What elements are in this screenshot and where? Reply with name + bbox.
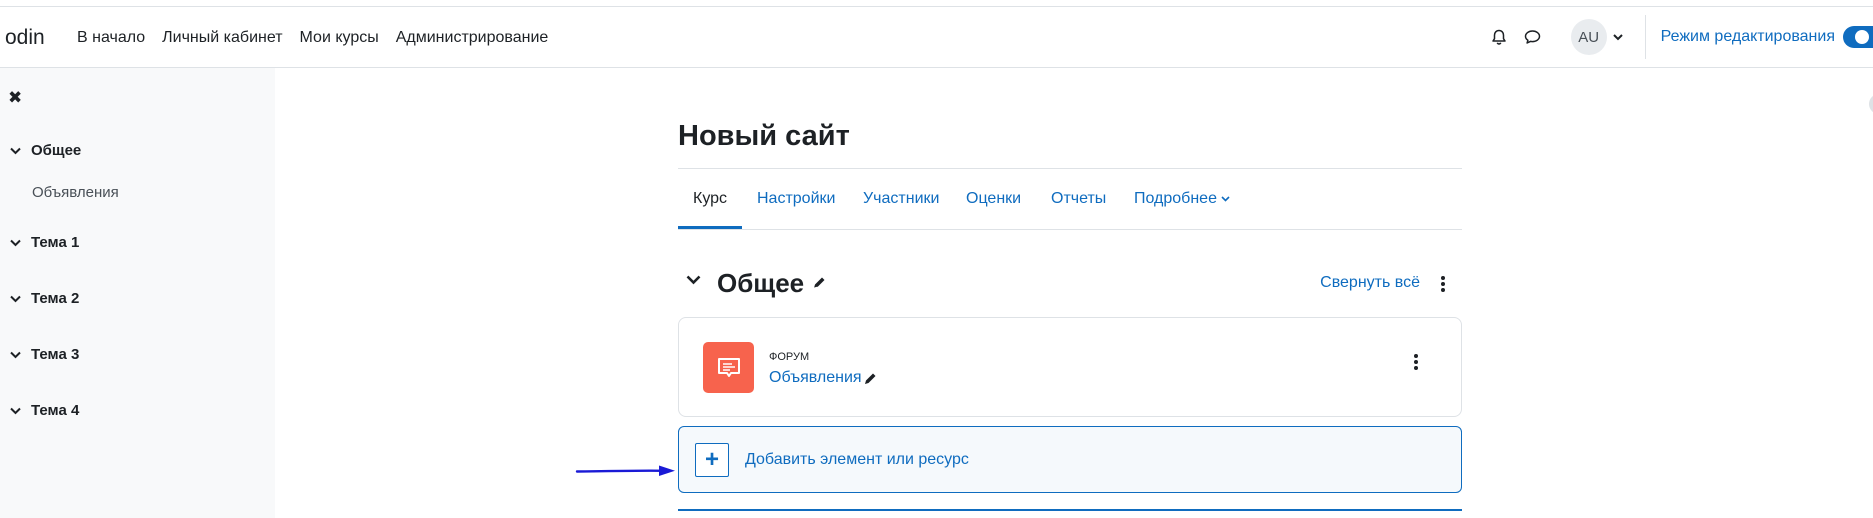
drawer-section-label: Тема 3 [31,346,80,363]
chevron-down-icon [686,275,701,285]
tab-more[interactable]: Подробнее [1134,169,1230,229]
tab-course[interactable]: Курс [678,169,743,229]
tab-grades[interactable]: Оценки [966,169,1021,229]
drawer-section-topic-2[interactable]: Тема 2 [10,290,79,307]
navbar-divider [1644,15,1646,59]
chevron-down-icon [1612,33,1623,40]
user-menu-toggle[interactable] [1612,33,1623,41]
nav-link-home[interactable]: В начало [77,29,145,47]
chevron-down-icon [10,147,21,154]
tab-more-label: Подробнее [1134,190,1217,207]
chevron-down-icon [10,351,21,358]
drawer-section-label: Тема 2 [31,290,80,307]
kebab-dot [1441,288,1445,292]
edit-section-title-button[interactable] [812,276,826,295]
activity-card: ФОРУМ Объявления [678,317,1462,417]
chat-icon [1524,30,1541,44]
page-title: Новый сайт [678,120,850,152]
pencil-icon [813,277,825,289]
drawer-section-general[interactable]: Общее [10,142,81,159]
drawer-section-label: Тема 4 [31,402,80,419]
drawer-section-label: Общее [31,142,82,159]
chevron-down-icon [10,239,21,246]
edit-mode-label[interactable]: Режим редактирования [1661,28,1835,46]
site-brand[interactable]: odin [5,26,45,50]
kebab-dot [1441,276,1445,280]
annotation-arrow-icon [575,465,675,476]
kebab-dot [1414,366,1418,370]
section-collapse-toggle[interactable] [686,272,701,290]
chevron-down-icon [10,295,21,302]
nav-link-dashboard[interactable]: Личный кабинет [162,29,282,47]
tab-settings[interactable]: Настройки [757,169,835,229]
primary-navigation: В начало Личный кабинет Мои курсы Админи… [77,29,548,47]
navbar-actions: AU Режим редактирования [1483,7,1873,67]
pencil-icon [865,373,876,384]
course-tabs: Курс Настройки Участники Оценки Отчеты П… [678,169,1462,230]
activity-type: ФОРУМ [769,351,810,363]
drawer-section-topic-4[interactable]: Тема 4 [10,402,79,419]
forum-icon [703,342,754,393]
messages-button[interactable] [1517,21,1549,53]
kebab-dot [1414,354,1418,358]
edit-mode-toggle[interactable] [1843,26,1873,48]
plus-icon: + [695,443,729,477]
activity-name-link[interactable]: Объявления [769,369,862,387]
tab-reports[interactable]: Отчеты [1051,169,1106,229]
top-navbar: odin В начало Личный кабинет Мои курсы А… [0,6,1873,68]
bell-icon [1491,29,1506,45]
kebab-dot [1441,282,1445,286]
chevron-down-icon [1221,196,1230,202]
tab-participants[interactable]: Участники [863,169,939,229]
add-activity-button[interactable]: + Добавить элемент или ресурс [678,426,1462,493]
add-activity-label: Добавить элемент или ресурс [745,451,969,468]
activity-actions-menu[interactable] [1409,352,1423,372]
drawer-section-label: Тема 1 [31,234,80,251]
section-actions-menu[interactable] [1436,274,1450,294]
kebab-dot [1414,360,1418,364]
section-header: Общее Свернуть всё [678,264,1462,304]
drawer-section-topic-1[interactable]: Тема 1 [10,234,79,251]
edit-activity-name-button[interactable] [863,372,877,391]
user-avatar[interactable]: AU [1570,19,1607,55]
close-icon[interactable]: ✖ [8,88,22,108]
drawer-section-topic-3[interactable]: Тема 3 [10,346,79,363]
collapse-all-link[interactable]: Свернуть всё [1320,274,1420,292]
course-index-drawer: ✖ Общее Объявления Тема 1 Тема 2 Тема 3 … [0,68,275,518]
right-drawer-toggle[interactable] [1869,94,1873,114]
section-bottom-divider [678,509,1462,511]
drawer-item-announcements[interactable]: Объявления [32,184,119,201]
chevron-down-icon [10,407,21,414]
section-title: Общее [717,268,805,298]
nav-link-administration[interactable]: Администрирование [396,29,549,47]
nav-link-my-courses[interactable]: Мои курсы [300,29,379,47]
notifications-button[interactable] [1483,21,1515,53]
